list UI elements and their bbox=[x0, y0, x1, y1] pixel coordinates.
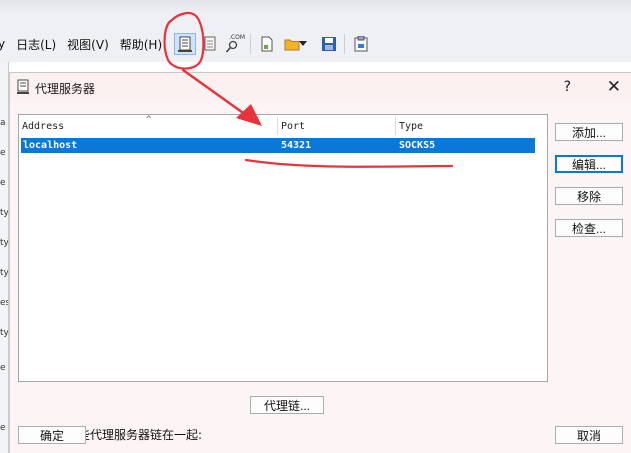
proxy-list-icon bbox=[17, 79, 29, 97]
background-text: ty bbox=[0, 268, 9, 278]
sort-ascending-icon: ^ bbox=[146, 115, 152, 125]
open-recent-dropdown[interactable] bbox=[297, 33, 309, 55]
floppy-disk-icon bbox=[322, 37, 336, 51]
close-button[interactable]: ✕ bbox=[607, 77, 621, 97]
menu-help[interactable]: 帮助(H) bbox=[120, 36, 162, 53]
help-button[interactable]: ? bbox=[564, 79, 571, 95]
proxy-list-icon bbox=[178, 36, 192, 52]
chevron-down-icon bbox=[299, 41, 307, 46]
background-text: es bbox=[0, 298, 8, 308]
list-header: Address ^ Port Type bbox=[19, 115, 547, 137]
cell-address: localhost bbox=[23, 140, 78, 151]
document-list-icon bbox=[204, 36, 216, 51]
background-text: ty bbox=[0, 208, 9, 218]
new-file-icon bbox=[261, 36, 273, 52]
proxy-chain-button[interactable]: 代理链... bbox=[250, 396, 324, 414]
background-text: ty bbox=[0, 328, 9, 338]
proxy-servers-button[interactable] bbox=[174, 33, 196, 55]
clipboard-icon bbox=[354, 36, 368, 52]
toolbar-separator bbox=[250, 34, 251, 54]
background-window-column: a e e ty ty ty es ty e e bbox=[0, 62, 9, 453]
background-text: e bbox=[0, 423, 6, 433]
table-row[interactable]: localhost 54321 SOCKS5 bbox=[21, 138, 535, 153]
cell-port: 54321 bbox=[281, 140, 312, 151]
menu-view[interactable]: 视图(V) bbox=[67, 36, 109, 53]
dialog-title-bar: 代理服务器 ? ✕ bbox=[10, 73, 631, 101]
background-text: e bbox=[0, 178, 6, 188]
background-text: a bbox=[0, 118, 6, 128]
menu-bar: y 日志(L) 视图(V) 帮助(H) bbox=[0, 34, 173, 54]
cell-type: SOCKS5 bbox=[399, 140, 436, 151]
rules-button[interactable] bbox=[199, 33, 221, 55]
menu-log[interactable]: 日志(L) bbox=[16, 36, 56, 53]
dns-button[interactable]: .COM bbox=[224, 33, 246, 55]
add-button[interactable]: 添加... bbox=[555, 123, 623, 141]
background-text: ty bbox=[0, 238, 9, 248]
remove-button[interactable]: 移除 bbox=[555, 187, 623, 205]
new-profile-button[interactable] bbox=[256, 33, 278, 55]
save-profile-button[interactable] bbox=[318, 33, 340, 55]
dialog-body: Address ^ Port Type localhost 54321 SOCK… bbox=[10, 101, 631, 453]
ok-button[interactable]: 确定 bbox=[18, 426, 86, 444]
background-text: e bbox=[0, 363, 6, 373]
toolbar-top-edge bbox=[0, 0, 631, 14]
background-text: e bbox=[0, 148, 6, 158]
proxy-list[interactable]: Address ^ Port Type localhost 54321 SOCK… bbox=[18, 114, 548, 382]
edit-button[interactable]: 编辑... bbox=[555, 155, 623, 173]
check-button[interactable]: 检查... bbox=[555, 219, 623, 237]
column-header-type[interactable]: Type bbox=[396, 115, 423, 137]
dialog-title: 代理服务器 bbox=[35, 82, 96, 96]
menu-item-partial[interactable]: y bbox=[0, 37, 5, 51]
proxy-servers-dialog: 代理服务器 ? ✕ Address ^ Port Type localhost … bbox=[9, 72, 631, 453]
cancel-button[interactable]: 取消 bbox=[555, 426, 623, 444]
column-header-port[interactable]: Port bbox=[278, 115, 305, 137]
column-header-address[interactable]: Address bbox=[19, 115, 64, 137]
toolbar-separator bbox=[344, 34, 345, 54]
clipboard-button[interactable] bbox=[350, 33, 372, 55]
dns-search-icon: .COM bbox=[225, 34, 245, 54]
main-toolbar: y 日志(L) 视图(V) 帮助(H) .COM bbox=[0, 0, 631, 62]
